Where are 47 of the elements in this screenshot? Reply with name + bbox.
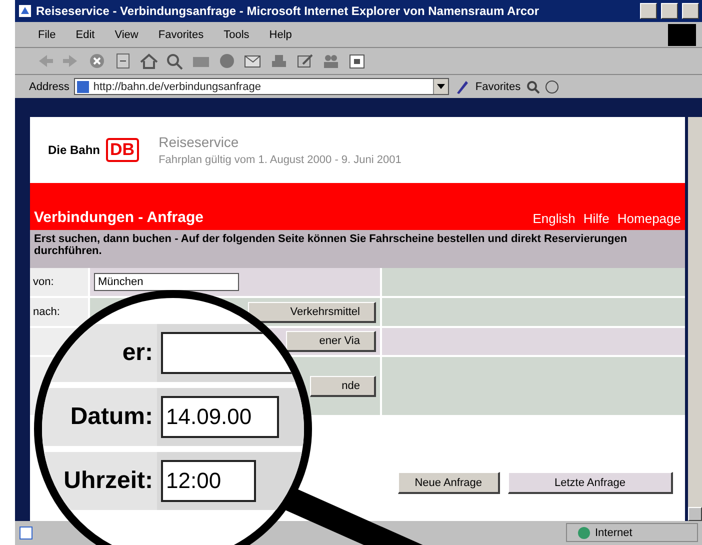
menu-item[interactable]: View [112, 28, 142, 42]
menu-item[interactable]: Edit [72, 28, 98, 42]
magnified-field: 12:00 [161, 460, 256, 502]
browser-icon [18, 4, 32, 18]
action-button[interactable]: Neue Anfrage [398, 472, 500, 494]
scrollbar[interactable] [688, 117, 702, 521]
intro-text: Erst suchen, dann buchen - Auf der folgenden Seite können Sie Fahrscheine bestellen und direkt Reservierungen durchführen. [30, 230, 685, 268]
brand-name: Die Bahn [48, 142, 100, 157]
menu-item[interactable]: Favorites [155, 28, 207, 42]
favorites-link[interactable]: Favorites [475, 80, 521, 92]
menu-item[interactable]: Help [266, 28, 295, 42]
stop-icon[interactable] [87, 52, 107, 70]
people-icon[interactable] [321, 52, 341, 70]
header-link[interactable]: Hilfe [583, 211, 610, 226]
page-icon [19, 526, 33, 540]
action-button[interactable]: Letzte Anfrage [508, 472, 673, 494]
menu-item[interactable]: Tools [220, 28, 252, 42]
magnified-label: Datum: [42, 388, 157, 446]
pen-icon [454, 78, 470, 94]
side-button[interactable]: nde [310, 376, 376, 397]
close-button[interactable] [682, 3, 699, 19]
zone-text: Internet [595, 526, 632, 538]
window-title: Reiseservice - Verbindungsanfrage - Microsoft Internet Explorer von Namensraum Arcor [36, 4, 540, 18]
address-field[interactable]: http://bahn.de/verbindungsanfrage [74, 78, 450, 95]
service-title: Reiseservice [158, 134, 240, 150]
edit-icon[interactable] [295, 52, 315, 70]
header-link[interactable]: English [532, 211, 576, 226]
page-icon [77, 80, 90, 92]
magnified-field: 14.09.00 [161, 396, 279, 438]
minimize-button[interactable] [640, 3, 657, 19]
side-button[interactable]: Verkehrsmittel [248, 302, 376, 323]
menu-item[interactable]: File [35, 28, 59, 42]
search-icon[interactable] [526, 80, 540, 94]
magnified-label: Uhrzeit: [42, 452, 157, 510]
side-button[interactable]: ener Via [286, 331, 376, 352]
validity-text: Fahrplan gültig vom 1. August 2000 - 9. Juni 2001 [158, 154, 402, 166]
field-label: von: [33, 276, 54, 288]
frame-icon[interactable] [347, 52, 367, 70]
address-label: Address [29, 80, 70, 92]
header-link[interactable]: Homepage [617, 211, 681, 226]
page-heading: Verbindungen - Anfrage [34, 209, 204, 226]
maximize-button[interactable] [661, 3, 678, 19]
field-label: nach: [33, 306, 60, 318]
home-icon[interactable] [139, 52, 159, 70]
search-icon[interactable] [165, 52, 185, 70]
db-logo: DB [106, 138, 139, 162]
text-field[interactable]: München [94, 273, 239, 292]
